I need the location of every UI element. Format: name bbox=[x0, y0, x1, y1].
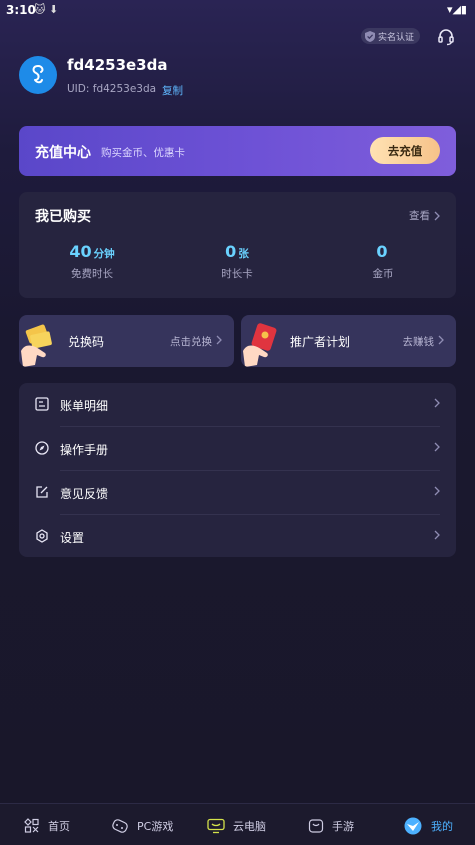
menu-item-bills[interactable]: 账单明细 bbox=[19, 383, 456, 426]
tab-me[interactable]: 我的 bbox=[403, 816, 453, 836]
red-envelope-hand-icon bbox=[243, 323, 277, 367]
shield-check-icon bbox=[365, 30, 375, 42]
gear-icon bbox=[36, 529, 48, 543]
chevron-right-icon bbox=[438, 335, 444, 345]
tab-label: 手游 bbox=[332, 820, 354, 833]
me-icon bbox=[404, 817, 422, 835]
chevron-right-icon bbox=[434, 442, 440, 452]
status-bar: 3:10 🐱 ⬇ ▾◢▮ bbox=[0, 0, 475, 20]
menu-item-manual[interactable]: 操作手册 bbox=[19, 427, 456, 470]
chevron-right-icon bbox=[216, 335, 222, 345]
menu-item-label: 账单明细 bbox=[60, 399, 109, 413]
cloud-pc-icon bbox=[207, 818, 225, 834]
tab-home[interactable]: 首页 bbox=[24, 816, 70, 836]
status-time: 3:10 bbox=[6, 3, 36, 17]
chevron-right-icon bbox=[434, 530, 440, 540]
status-signal-battery-icons: ▾◢▮ bbox=[446, 3, 467, 16]
coupon-hand-icon bbox=[21, 324, 52, 367]
verify-badge[interactable]: 实名认证 bbox=[361, 28, 421, 44]
status-notification-icons: 🐱 ⬇ bbox=[34, 3, 59, 16]
purchased-card: 我已购买 查看 40 分钟 免费时长 0张 时长卡 0 金币 bbox=[19, 192, 456, 298]
view-label: 查看 bbox=[409, 210, 430, 222]
stat-label: 时长卡 bbox=[221, 268, 253, 280]
verify-badge-label: 实名认证 bbox=[378, 32, 415, 43]
menu-item-settings[interactable]: 设置 bbox=[19, 515, 456, 558]
menu-item-label: 操作手册 bbox=[60, 443, 109, 457]
tab-label: 云电脑 bbox=[233, 820, 266, 833]
stat-value: 0 bbox=[376, 242, 388, 261]
avatar[interactable] bbox=[19, 56, 57, 94]
avatar-logo-icon bbox=[32, 65, 44, 84]
copy-uid-link[interactable]: 复制 bbox=[162, 83, 183, 98]
tab-pc-games[interactable]: PC游戏 bbox=[111, 816, 173, 836]
headset-icon[interactable] bbox=[437, 28, 455, 46]
recharge-banner[interactable]: 充值中心 购买金币、优惠卡 去充值 bbox=[19, 126, 456, 176]
chevron-right-icon bbox=[434, 486, 440, 496]
compass-icon bbox=[35, 441, 49, 455]
recharge-button[interactable]: 去充值 bbox=[370, 137, 440, 164]
stat-time-card[interactable]: 0张 时长卡 bbox=[177, 242, 297, 281]
menu-item-feedback[interactable]: 意见反馈 bbox=[19, 471, 456, 514]
uid-text: UID: fd4253e3da bbox=[67, 83, 157, 95]
promoter-plan-card[interactable]: 推广者计划 去赚钱 bbox=[241, 315, 456, 367]
stat-value: 0 bbox=[225, 242, 237, 261]
promoter-plan-action: 去赚钱 bbox=[402, 336, 435, 348]
tab-cloud-pc[interactable]: 云电脑 bbox=[207, 816, 266, 836]
tab-label: 我的 bbox=[431, 820, 453, 833]
redeem-code-action: 点击兑换 bbox=[170, 336, 212, 348]
stat-free-time[interactable]: 40 分钟 免费时长 bbox=[32, 242, 152, 281]
tab-label: 首页 bbox=[48, 820, 70, 833]
redeem-code-card[interactable]: 兑换码 点击兑换 bbox=[19, 315, 234, 367]
stat-value: 40 bbox=[69, 242, 92, 261]
menu-item-label: 设置 bbox=[60, 531, 85, 545]
bill-icon bbox=[35, 397, 49, 411]
home-grid-icon bbox=[24, 818, 39, 833]
recharge-subtitle: 购买金币、优惠卡 bbox=[101, 147, 185, 159]
menu-item-label: 意见反馈 bbox=[60, 487, 109, 501]
settings-menu: 账单明细 操作手册 意见反馈 设置 bbox=[19, 383, 456, 557]
mobile-game-icon bbox=[308, 819, 324, 833]
edit-icon bbox=[36, 486, 48, 498]
stat-coins[interactable]: 0 金币 bbox=[323, 242, 443, 281]
bottom-tab-bar: 首页 PC游戏 云电脑 手游 我的 bbox=[0, 803, 475, 845]
promoter-plan-title: 推广者计划 bbox=[290, 335, 351, 349]
tab-mobile-games[interactable]: 手游 bbox=[308, 816, 354, 836]
username: fd4253e3da bbox=[67, 56, 168, 74]
chevron-right-icon bbox=[434, 398, 440, 408]
redeem-code-title: 兑换码 bbox=[68, 335, 105, 349]
stat-label: 金币 bbox=[372, 268, 394, 280]
tab-label: PC游戏 bbox=[137, 820, 174, 833]
chevron-right-icon bbox=[434, 211, 440, 220]
stat-unit: 分钟 bbox=[93, 248, 115, 260]
stat-unit: 张 bbox=[238, 248, 249, 260]
purchased-title: 我已购买 bbox=[35, 209, 91, 225]
stat-label: 免费时长 bbox=[71, 268, 113, 280]
view-purchased-link[interactable]: 查看 bbox=[409, 208, 440, 223]
gamepad-icon bbox=[112, 819, 128, 833]
recharge-title: 充值中心 bbox=[35, 145, 91, 161]
